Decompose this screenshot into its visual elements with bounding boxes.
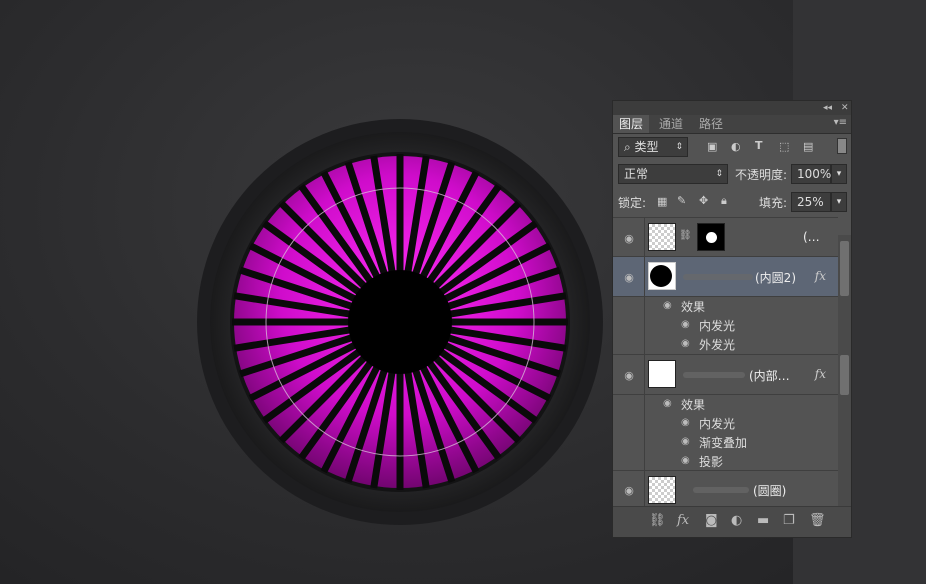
image-filter-icon[interactable]: ▣ [707, 140, 717, 153]
effect-item[interactable]: 投影 [699, 453, 723, 470]
eye-icon[interactable]: ◉ [622, 484, 636, 497]
effects-label: 效果 [681, 398, 706, 412]
layer-row[interactable]: ◉ ⛓ (… [613, 217, 838, 257]
lock-all-icon[interactable]: 🔒︎ [721, 194, 727, 208]
shape-filter-icon[interactable]: ⬚ [779, 140, 789, 153]
eye-icon[interactable]: ◉ [622, 232, 636, 245]
scrollbar-thumb[interactable] [840, 355, 849, 395]
layer-thumbnail [648, 223, 676, 251]
updown-icon: ⇕ [715, 169, 723, 179]
layer-mask-thumbnail[interactable] [697, 223, 725, 251]
lock-label: 锁定: [618, 196, 647, 210]
updown-icon: ⇕ [675, 142, 683, 152]
layer-thumbnail [648, 476, 676, 504]
eye-icon[interactable]: ◉ [622, 271, 636, 284]
effect-item[interactable]: 渐变叠加 [699, 434, 747, 451]
lock-brush-icon[interactable]: ✎ [677, 194, 686, 207]
effect-item[interactable]: 外发光 [699, 336, 735, 353]
opacity-dropdown-icon[interactable]: ▾ [831, 164, 847, 184]
effect-item[interactable]: 内发光 [699, 317, 735, 334]
blurred-name [683, 274, 753, 280]
layer-row[interactable]: ◉ (内部… fx [613, 355, 838, 395]
close-icon[interactable]: ✕ [841, 101, 849, 115]
panel-title-bar: ◂◂ ✕ [613, 101, 851, 115]
smart-object-filter-icon[interactable]: ▤ [803, 140, 813, 153]
eye-icon[interactable]: ◉ [663, 398, 672, 409]
link-icon: ⛓ [679, 230, 692, 241]
lock-move-icon[interactable]: ✥ [699, 194, 708, 207]
layer-effects: ◉ 效果 ◉ 内发光 ◉ 渐变叠加 ◉ 投影 [613, 395, 838, 471]
link-icon[interactable]: ⛓ [649, 513, 666, 528]
effects-label: 效果 [681, 300, 706, 314]
filter-row: ⌕ 类型 ⇕ ▣ ◐ T ⬚ ▤ [613, 135, 851, 157]
center-hole [348, 270, 452, 374]
layer-effects: ◉ 效果 ◉ 内发光 ◉ 外发光 [613, 297, 838, 355]
adjustment-layer-icon[interactable]: ◐ [731, 513, 742, 528]
eye-icon[interactable]: ◉ [663, 300, 672, 311]
tab-channels[interactable]: 通道 [653, 115, 689, 133]
panel-menu-icon[interactable]: ▾≡ [834, 117, 847, 128]
trash-icon[interactable]: 🗑︎ [809, 513, 826, 528]
text-filter-icon[interactable]: T [755, 139, 763, 152]
eye-icon[interactable]: ◉ [681, 338, 690, 349]
layer-name[interactable]: (内部… [749, 367, 790, 384]
panel-footer: ⛓ fx ◙ ◐ ▬ ❐ 🗑︎ [613, 506, 851, 537]
layer-name[interactable]: (内圆2) [755, 269, 796, 286]
fx-icon[interactable]: fx [815, 269, 826, 283]
filter-kind-select[interactable]: ⌕ 类型 ⇕ [618, 137, 688, 157]
tab-paths[interactable]: 路径 [693, 115, 729, 133]
adjustment-filter-icon[interactable]: ◐ [731, 140, 741, 153]
blurred-name [683, 372, 745, 378]
layer-name[interactable]: (圆圈) [753, 482, 786, 499]
fill-input[interactable]: 25% [791, 192, 831, 212]
collapse-icon[interactable]: ◂◂ [823, 101, 832, 115]
filter-toggle[interactable] [837, 138, 847, 154]
layers-scrollbar[interactable] [838, 235, 851, 507]
layer-thumbnail [648, 360, 676, 388]
panel-tabs: 图层 通道 路径 ▾≡ [613, 115, 851, 134]
blend-row: 正常 ⇕ 不透明度: 100% ▾ [613, 162, 851, 186]
eye-icon[interactable]: ◉ [681, 455, 690, 466]
layer-row-selected[interactable]: ◉ (内圆2) fx [613, 257, 838, 297]
eye-icon[interactable]: ◉ [622, 369, 636, 382]
eye-icon[interactable]: ◉ [681, 319, 690, 330]
eye-icon[interactable]: ◉ [681, 417, 690, 428]
mask-icon[interactable]: ◙ [705, 513, 718, 528]
scrollbar-thumb[interactable] [840, 241, 849, 296]
blend-mode-value: 正常 [624, 167, 649, 181]
layer-name[interactable]: (… [803, 230, 820, 244]
fx-icon[interactable]: fx [815, 367, 826, 381]
search-icon: ⌕ [624, 140, 635, 154]
fill-label: 填充: [759, 196, 788, 210]
opacity-label: 不透明度: [735, 168, 788, 182]
fill-dropdown-icon[interactable]: ▾ [831, 192, 847, 212]
opacity-input[interactable]: 100% [791, 164, 831, 184]
blend-mode-select[interactable]: 正常 ⇕ [618, 164, 728, 184]
layer-thumbnail [648, 262, 676, 290]
filter-kind-label: 类型 [634, 140, 659, 154]
blurred-name [693, 487, 749, 493]
eye-icon[interactable]: ◉ [681, 436, 690, 447]
new-layer-icon[interactable]: ❐ [783, 513, 795, 528]
new-group-icon[interactable]: ▬ [757, 513, 769, 528]
tab-layers[interactable]: 图层 [613, 115, 650, 133]
effect-item[interactable]: 内发光 [699, 415, 735, 432]
lock-row: 锁定: ▦ ✎ ✥ 🔒︎ 填充: 25% ▾ [613, 190, 851, 214]
layer-row[interactable]: ◉ (圆圈) [613, 471, 838, 509]
lock-pixels-icon[interactable]: ▦ [657, 195, 667, 208]
fx-icon[interactable]: fx [677, 513, 689, 528]
layers-panel: ◂◂ ✕ 图层 通道 路径 ▾≡ ⌕ 类型 ⇕ ▣ ◐ T ⬚ ▤ 正常 ⇕ 不… [612, 100, 852, 538]
